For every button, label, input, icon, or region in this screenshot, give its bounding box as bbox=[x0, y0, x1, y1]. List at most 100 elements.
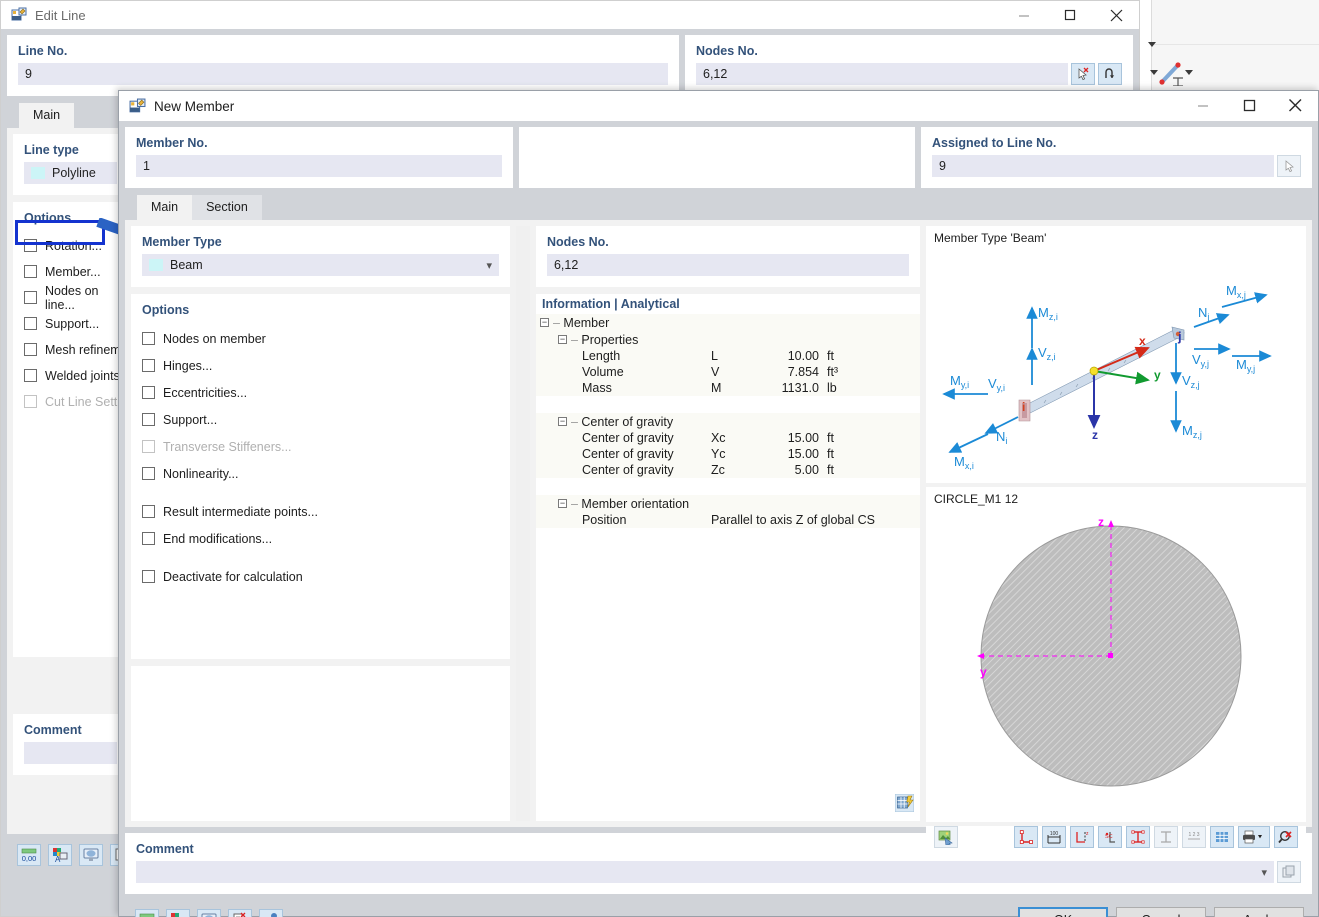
checkbox-nodes-on-line[interactable]: Nodes on line... bbox=[24, 284, 117, 312]
checkbox-deactivate-for-calculation[interactable]: Deactivate for calculation bbox=[142, 566, 499, 587]
checkbox-nonlinearity[interactable]: Nonlinearity... bbox=[142, 463, 499, 484]
dimensions-icon[interactable] bbox=[1014, 826, 1038, 848]
section-parts-icon[interactable]: z bbox=[1070, 826, 1094, 848]
checkbox-nodes-on-member[interactable]: Nodes on member bbox=[142, 328, 499, 349]
collapse-icon[interactable]: − bbox=[557, 417, 567, 426]
numbering-icon[interactable]: 1 2 3 bbox=[1182, 826, 1206, 848]
collapse-icon[interactable]: − bbox=[539, 318, 549, 327]
mesh-refinement-checkbox[interactable] bbox=[24, 343, 37, 356]
principal-axes-icon[interactable] bbox=[1126, 826, 1150, 848]
tree-group-member[interactable]: − – Member bbox=[535, 314, 920, 331]
tree-group-member-orientation[interactable]: − – Member orientation bbox=[535, 495, 920, 512]
apply-button[interactable]: Apply bbox=[1214, 907, 1304, 917]
number-format-icon[interactable]: 0,00 bbox=[135, 909, 159, 917]
pick-line-icon[interactable] bbox=[1277, 155, 1301, 177]
assigned-to-line-input[interactable]: 9 bbox=[932, 155, 1274, 177]
background-dropdown-caret-3[interactable] bbox=[1185, 70, 1193, 75]
delete-selection-icon[interactable] bbox=[228, 909, 252, 917]
comment-copy-icon[interactable] bbox=[1277, 861, 1301, 883]
number-format-icon[interactable]: 0,00 bbox=[17, 844, 41, 866]
display-properties-icon[interactable]: A bbox=[48, 844, 72, 866]
checkbox-eccentricities[interactable]: Eccentricities... bbox=[142, 382, 499, 403]
render-view-icon[interactable] bbox=[934, 826, 958, 848]
ok-button[interactable]: OK bbox=[1018, 907, 1108, 917]
zoom-reset-icon[interactable] bbox=[1274, 826, 1298, 848]
new-member-minimize-button[interactable] bbox=[1180, 91, 1226, 119]
nodes-on-member-checkbox[interactable] bbox=[142, 332, 155, 345]
options-spacer-1 bbox=[142, 490, 499, 501]
formula-icon[interactable]: fx bbox=[259, 909, 283, 917]
checkbox-welded-joints[interactable]: Welded joints... bbox=[24, 365, 130, 386]
tree-group-center-of-gravity[interactable]: − – Center of gravity bbox=[535, 413, 920, 430]
checkbox-hinges[interactable]: Hinges... bbox=[142, 355, 499, 376]
background-dropdown-caret-1[interactable] bbox=[1148, 42, 1156, 47]
overall-dimensions-icon[interactable]: 100 bbox=[1042, 826, 1066, 848]
new-member-titlebar[interactable]: New Member bbox=[119, 91, 1318, 121]
nonlinearity-checkbox[interactable] bbox=[142, 467, 155, 480]
eccentricities-checkbox[interactable] bbox=[142, 386, 155, 399]
member-type-combobox[interactable]: Beam ▾ bbox=[142, 254, 500, 276]
edit-line-comment-input[interactable] bbox=[24, 742, 117, 764]
new-member-comment-input[interactable]: ▾ bbox=[136, 861, 1274, 883]
tab-main[interactable]: Main bbox=[137, 195, 193, 220]
checkbox-result-intermediate-points[interactable]: Result intermediate points... bbox=[142, 501, 499, 522]
new-member-main-panel: Member Type Beam ▾ Options Nodes on memb… bbox=[125, 220, 1312, 848]
nodes-no-input[interactable]: 6,12 bbox=[546, 254, 909, 276]
cancel-button[interactable]: Cancel bbox=[1116, 907, 1206, 917]
welded-joints-checkbox[interactable] bbox=[24, 369, 37, 382]
edit-line-close-button[interactable] bbox=[1093, 1, 1139, 29]
support-checkbox[interactable] bbox=[24, 317, 37, 330]
table-row[interactable]: Center of gravity Zc 5.00 ft bbox=[535, 462, 920, 478]
line-tool-icon[interactable] bbox=[1158, 60, 1186, 86]
nodes-no-input[interactable]: 6,12 bbox=[696, 63, 1068, 85]
table-row[interactable]: Center of gravity Yc 15.00 ft bbox=[535, 446, 920, 462]
result-intermediate-points-checkbox[interactable] bbox=[142, 505, 155, 518]
tab-section[interactable]: Section bbox=[192, 195, 262, 220]
deactivate-for-calculation-checkbox[interactable] bbox=[142, 570, 155, 583]
nodes-on-line-checkbox[interactable] bbox=[24, 291, 37, 304]
rotation-checkbox[interactable] bbox=[24, 239, 37, 252]
table-row[interactable]: Center of gravity Xc 15.00 ft bbox=[535, 430, 920, 446]
edit-line-maximize-button[interactable] bbox=[1047, 1, 1093, 29]
checkbox-end-modifications[interactable]: End modifications... bbox=[142, 528, 499, 549]
view-settings-icon[interactable] bbox=[197, 909, 221, 917]
member-no-input[interactable]: 1 bbox=[136, 155, 502, 177]
reverse-icon[interactable] bbox=[1098, 63, 1122, 85]
table-export-icon[interactable] bbox=[894, 793, 915, 815]
support-checkbox[interactable] bbox=[142, 413, 155, 426]
new-member-close-button[interactable] bbox=[1272, 91, 1318, 119]
end-modifications-checkbox[interactable] bbox=[142, 532, 155, 545]
new-member-bottom-toolbar: 0,00 A fx bbox=[135, 909, 283, 917]
edit-line-titlebar[interactable]: Edit Line bbox=[1, 1, 1139, 29]
tab-main[interactable]: Main bbox=[19, 103, 75, 128]
display-properties-icon[interactable]: A bbox=[166, 909, 190, 917]
table-row[interactable]: Volume V 7.854 ft³ bbox=[535, 364, 920, 380]
checkbox-support[interactable]: Support... bbox=[24, 313, 117, 334]
shear-center-icon[interactable]: SC bbox=[1098, 826, 1122, 848]
hinges-checkbox[interactable] bbox=[142, 359, 155, 372]
new-member-vertical-scrollbar[interactable] bbox=[516, 226, 530, 821]
line-type-combobox[interactable]: Polyline bbox=[24, 162, 117, 184]
tree-group-properties[interactable]: − – Properties bbox=[535, 331, 920, 348]
edit-line-minimize-button[interactable] bbox=[1001, 1, 1047, 29]
table-row[interactable]: Length L 10.00 ft bbox=[535, 348, 920, 364]
print-icon[interactable] bbox=[1238, 826, 1270, 848]
chevron-down-icon[interactable]: ▾ bbox=[487, 259, 493, 272]
collapse-icon[interactable]: − bbox=[557, 335, 567, 344]
row-label: Mass bbox=[581, 381, 612, 395]
new-member-maximize-button[interactable] bbox=[1226, 91, 1272, 119]
pick-nodes-icon[interactable] bbox=[1071, 63, 1095, 85]
centroid-axes-icon[interactable] bbox=[1154, 826, 1178, 848]
table-row[interactable]: Position Parallel to axis Z of global CS bbox=[535, 512, 920, 528]
line-no-input[interactable]: 9 bbox=[18, 63, 668, 85]
table-row[interactable]: Mass M 1131.0 lb bbox=[535, 380, 920, 396]
new-member-tabs: Main Section bbox=[125, 195, 1312, 220]
view-settings-icon[interactable] bbox=[79, 844, 103, 866]
checkbox-mesh-refinement[interactable]: Mesh refinement... bbox=[24, 339, 149, 360]
checkbox-support[interactable]: Support... bbox=[142, 409, 499, 430]
member-checkbox[interactable] bbox=[24, 265, 37, 278]
collapse-icon[interactable]: − bbox=[557, 499, 567, 508]
grid-icon[interactable] bbox=[1210, 826, 1234, 848]
background-dropdown-caret-2[interactable] bbox=[1150, 70, 1158, 75]
chevron-down-icon[interactable]: ▾ bbox=[1261, 866, 1267, 879]
